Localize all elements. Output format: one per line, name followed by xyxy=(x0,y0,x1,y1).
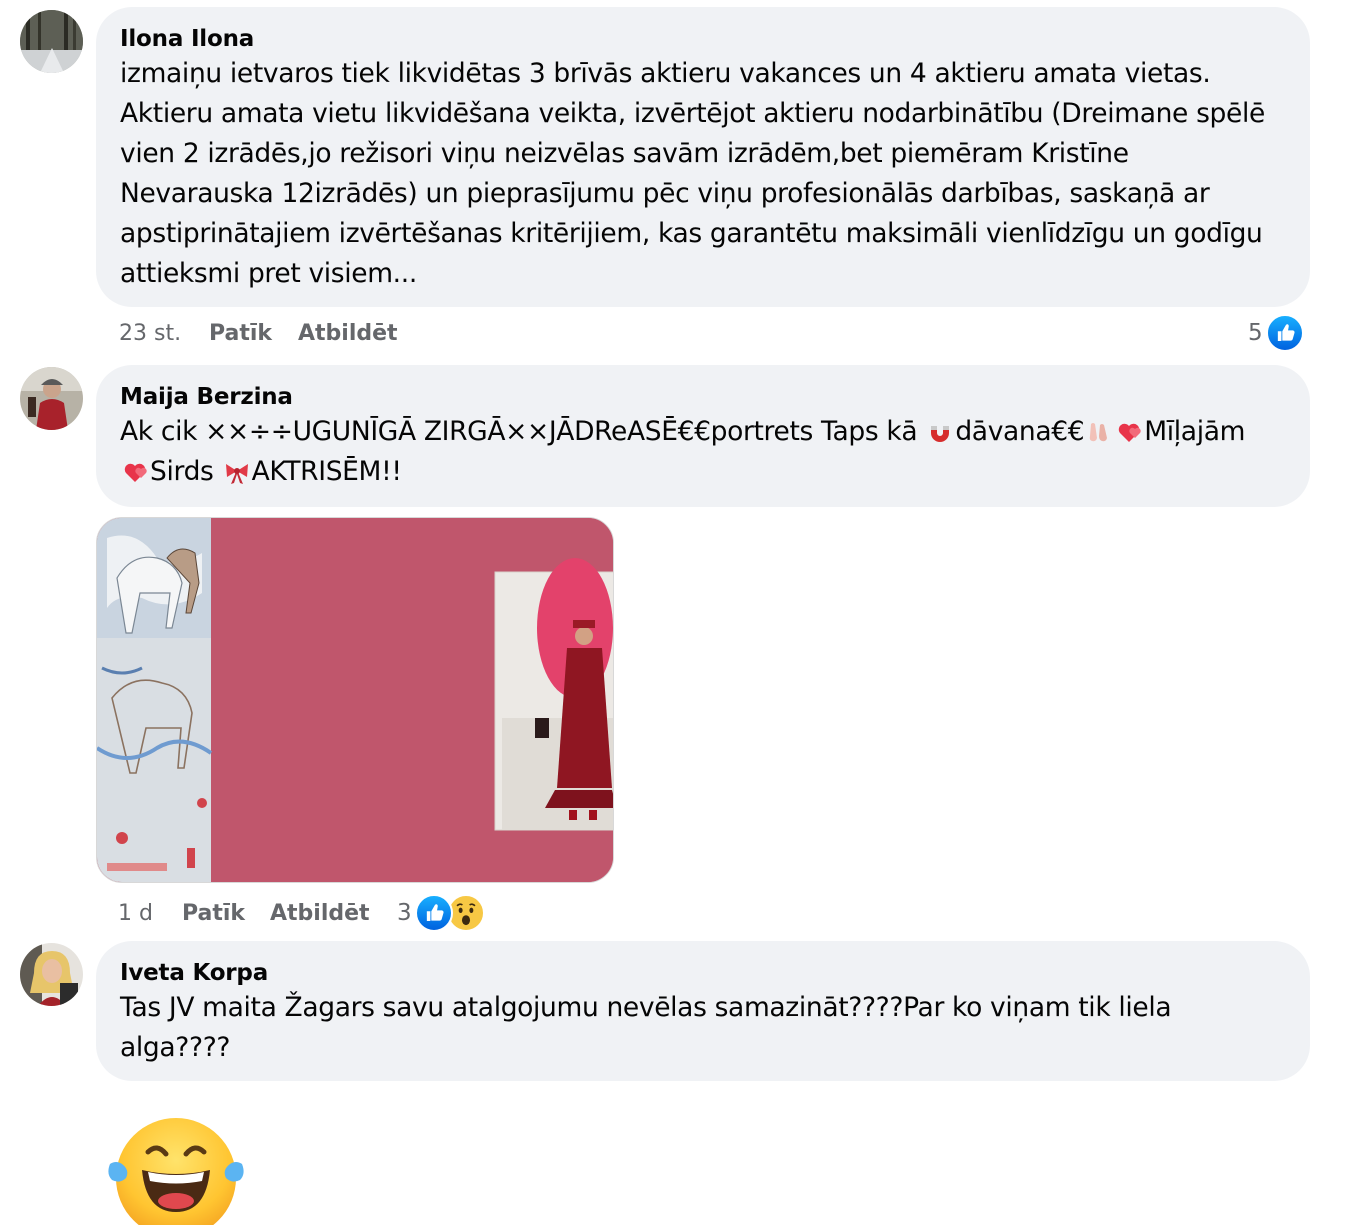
comment-line: Sirds AKTRISĒM!! xyxy=(120,452,1286,492)
comment-text-segment: dāvana€€ xyxy=(955,416,1085,447)
comment-text-segment: Ak cik ××÷÷UGUNĪGĀ ZIRGĀ××JĀDReASĒ€€port… xyxy=(120,416,926,447)
reaction-count: 5 xyxy=(1248,320,1263,346)
avatar-image xyxy=(20,367,83,430)
avatar-image xyxy=(20,10,83,73)
ribbon-emoji xyxy=(223,458,251,486)
comment-text-segment: AKTRISĒM!! xyxy=(251,456,402,487)
comment-bubble: Ilona Ilona izmaiņu ietvaros tiek likvid… xyxy=(96,7,1310,307)
comment-text: Tas JV maita Žagars savu atalgojumu nevē… xyxy=(120,988,1286,1068)
comment-author[interactable]: Maija Berzina xyxy=(120,382,1286,412)
comment-author[interactable]: Iveta Korpa xyxy=(120,958,1286,988)
comment-text-segment: Mīļajām xyxy=(1144,416,1246,447)
comment-line: vien 2 izrādēs,jo režisori viņu neizvēla… xyxy=(120,138,1129,169)
comment-timestamp[interactable]: 1 d xyxy=(118,899,153,929)
reaction-summary[interactable]: 3 xyxy=(395,894,487,932)
comment-actions: 23 st. Patīk Atbildēt xyxy=(119,319,519,349)
comment-line: Ak cik ××÷÷UGUNĪGĀ ZIRGĀ××JĀDReASĒ€€port… xyxy=(120,412,1286,452)
comment-line: Tas JV maita Žagars savu atalgojumu nevē… xyxy=(120,992,1172,1023)
reaction-summary[interactable]: 5 xyxy=(1244,314,1306,352)
magnet-emoji xyxy=(926,418,954,446)
ballet-shoes-emoji xyxy=(1085,418,1113,446)
comment-bubble: Iveta Korpa Tas JV maita Žagars savu ata… xyxy=(96,941,1310,1081)
attachment-image xyxy=(97,518,613,882)
comment-line: attieksmi pret visiem... xyxy=(120,258,417,289)
comment-text: Ak cik ××÷÷UGUNĪGĀ ZIRGĀ××JĀDReASĒ€€port… xyxy=(120,412,1286,492)
comment-timestamp[interactable]: 23 st. xyxy=(119,319,181,349)
comment-image-attachment[interactable] xyxy=(96,517,614,883)
comment-author[interactable]: Ilona Ilona xyxy=(120,24,1286,54)
like-button[interactable]: Patīk xyxy=(209,319,272,349)
avatar[interactable] xyxy=(20,10,83,73)
comment-line: Aktieru amata vietu likvidēšana veikta, … xyxy=(120,98,1265,129)
comment-line: izmaiņu ietvaros tiek likvidētas 3 brīvā… xyxy=(120,58,1211,89)
comment-text: izmaiņu ietvaros tiek likvidētas 3 brīvā… xyxy=(120,54,1286,294)
like-icon xyxy=(1266,314,1304,352)
comment-bubble: Maija Berzina Ak cik ××÷÷UGUNĪGĀ ZIRGĀ××… xyxy=(96,365,1310,507)
like-icon xyxy=(415,894,453,932)
avatar-image xyxy=(20,943,83,1006)
heart-emoji xyxy=(121,458,149,486)
comment-line: alga???? xyxy=(120,1032,231,1063)
like-button[interactable]: Patīk xyxy=(182,899,245,929)
comment-text-segment: Sirds xyxy=(150,456,222,487)
comment-line: apstiprinātajiem izvērtēšanas kritērijie… xyxy=(120,218,1263,249)
comment-line: Nevarauska 12izrādēs) un pieprasījumu pē… xyxy=(120,178,1210,209)
avatar[interactable] xyxy=(20,367,83,430)
heart-emoji xyxy=(1115,418,1143,446)
reaction-count: 3 xyxy=(397,900,412,926)
avatar[interactable] xyxy=(20,943,83,1006)
laughing-tears-emoji xyxy=(106,1108,246,1229)
reply-button[interactable]: Atbildēt xyxy=(298,319,398,349)
reply-button[interactable]: Atbildēt xyxy=(270,899,370,929)
